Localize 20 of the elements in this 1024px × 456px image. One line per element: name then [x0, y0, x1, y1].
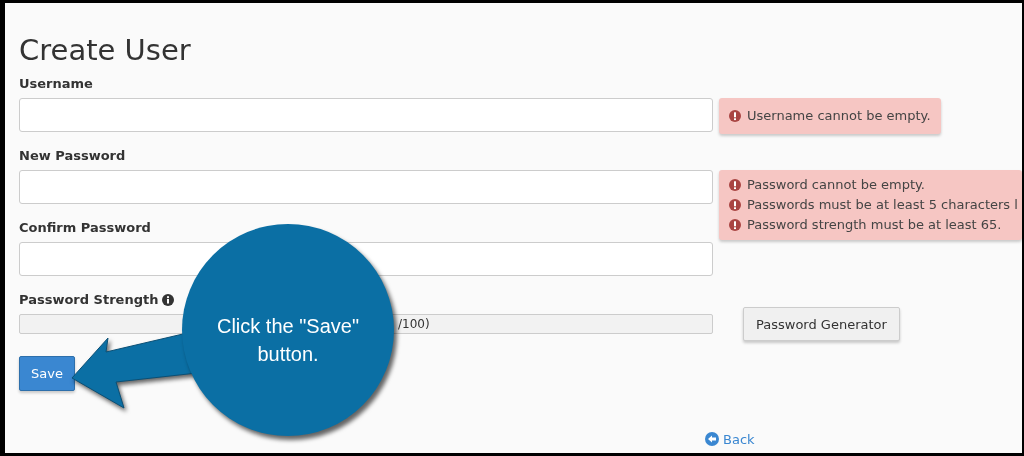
field-label: Password Strength [19, 291, 159, 309]
error-text: Password strength must be at least 65. [747, 216, 1002, 234]
save-button[interactable]: Save [19, 356, 75, 391]
error-icon [729, 219, 741, 231]
info-icon[interactable] [162, 294, 175, 306]
field-label: New Password [19, 147, 126, 165]
page-title: Create User [19, 33, 192, 67]
field-label: Confirm Password [19, 219, 151, 237]
field-label: Username [19, 75, 93, 93]
error-text: Passwords must be at least 5 characters l [747, 196, 1018, 214]
error-text: Password cannot be empty. [747, 176, 925, 194]
back-arrow-icon [705, 432, 719, 446]
error-icon [729, 179, 741, 191]
error-icon [729, 199, 741, 211]
password-generator-button[interactable]: Password Generator [743, 307, 900, 341]
error-icon [729, 110, 741, 122]
strength-reading: /100) [398, 317, 430, 331]
error-text: Username cannot be empty. [747, 107, 931, 125]
callout-text: Click the "Save" button. [216, 314, 360, 367]
back-link[interactable]: Back [705, 431, 755, 447]
